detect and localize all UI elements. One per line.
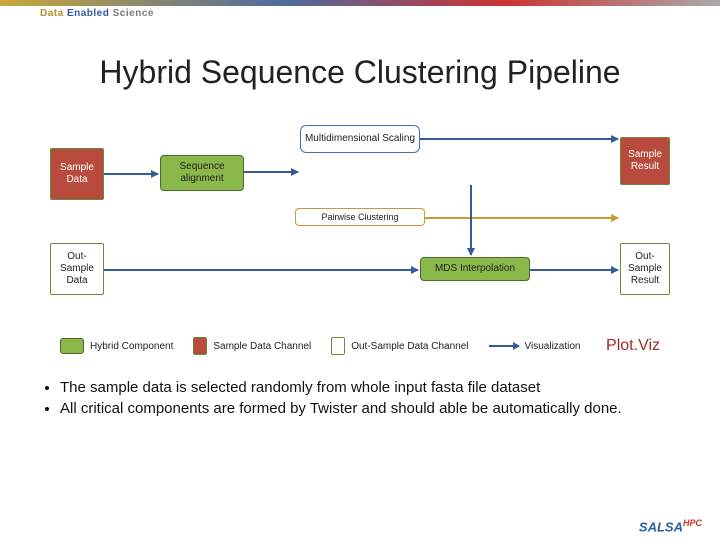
legend-visualization: Visualization [489,341,581,352]
node-out-sample-data: Out-Sample Data [50,243,104,295]
swatch-out-channel [331,337,345,355]
page-title: Hybrid Sequence Clustering Pipeline [0,54,720,91]
plotviz-label: Plot.Viz [606,337,660,355]
legend-hybrid: Hybrid Component [60,338,173,354]
legend-sample-channel: Sample Data Channel [193,337,311,355]
legend-arrow-icon [489,345,519,347]
bullet-item: All critical components are formed by Tw… [60,400,680,417]
node-sample-data: Sample Data [50,148,104,200]
legend-sample-channel-label: Sample Data Channel [213,341,311,352]
swatch-hybrid [60,338,84,354]
legend-hybrid-label: Hybrid Component [90,341,173,352]
node-mds: Multidimensional Scaling [300,125,420,153]
brand-part3: Science [113,8,154,19]
node-sequence-alignment: Sequence alignment [160,155,244,191]
node-sample-result: Sample Result [620,137,670,185]
swatch-sample-channel [193,337,207,355]
brand-part2: Enabled [67,8,113,19]
pipeline-diagram: Sample Data Sequence alignment Multidime… [0,113,720,333]
bullet-list: The sample data is selected randomly fro… [40,379,680,417]
arrow-sampledata-to-seqalign [104,173,158,175]
brand-part1: Data [40,8,67,19]
node-mds-interpolation: MDS Interpolation [420,257,530,281]
brand-text: Data Enabled Science [40,8,154,19]
legend-visualization-label: Visualization [525,341,581,352]
footer-logo-sub: HPC [683,518,702,528]
brand-bar [0,0,720,6]
arrow-sampleresult-to-mdsinterp [470,185,472,255]
legend-out-channel-label: Out-Sample Data Channel [351,341,468,352]
node-pairwise-clustering: Pairwise Clustering [295,208,425,226]
arrow-mdsinterp-to-outresult [530,269,618,271]
arrow-outdata-to-mdsinterp [104,269,418,271]
bullet-item: The sample data is selected randomly fro… [60,379,680,396]
arrow-seqalign-to-mds [244,171,298,173]
node-out-sample-result: Out-Sample Result [620,243,670,295]
arrow-pairwise-to-sampleresult [425,217,618,219]
arrow-mds-to-sampleresult [420,138,618,140]
footer-logo-text: SALSA [639,519,683,534]
footer-logo: SALSAHPC [639,518,702,534]
legend-row: Hybrid Component Sample Data Channel Out… [0,337,720,355]
legend-out-channel: Out-Sample Data Channel [331,337,468,355]
